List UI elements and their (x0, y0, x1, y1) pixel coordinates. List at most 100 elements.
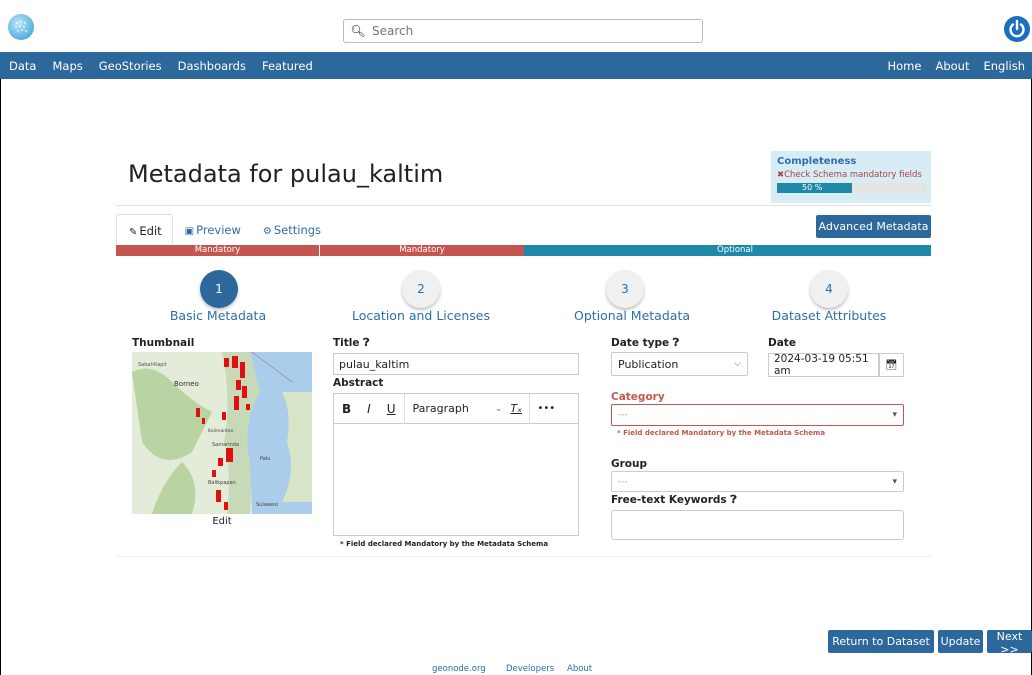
nav-item-geostories[interactable]: GeoStories (91, 59, 170, 73)
map-label: Borneo (174, 380, 199, 388)
date-label: Date (768, 337, 796, 349)
help-icon[interactable]: ❓︎ (730, 494, 736, 506)
date-type-label: Date type ❓︎ (611, 337, 679, 350)
group-select[interactable]: --- ▾ (611, 471, 904, 492)
group-label: Group (611, 458, 648, 470)
category-label: Category (611, 391, 665, 403)
strip-section-mandatory-2: Mandatory (320, 245, 524, 256)
nav-item-maps[interactable]: Maps (44, 59, 90, 73)
update-button[interactable]: Update (938, 630, 983, 653)
step-2-circle[interactable]: 2 (402, 270, 440, 308)
step-3-circle[interactable]: 3 (606, 270, 644, 308)
search-box[interactable]: 🔍︎ (343, 19, 703, 43)
title-label: Title ❓︎ (333, 337, 369, 350)
nav-item-dashboards[interactable]: Dashboards (170, 59, 254, 73)
return-to-dataset-button[interactable]: Return to Dataset (828, 630, 934, 653)
chevron-down-icon: ⌵ (734, 359, 741, 369)
chevron-down-icon: ▾ (892, 410, 897, 420)
thumbnail-label: Thumbnail (132, 337, 195, 349)
block-format-value: Paragraph (412, 402, 469, 415)
pencil-icon: ✎ (129, 227, 138, 238)
tab-settings[interactable]: ⚙ Settings (251, 214, 331, 244)
search-icon: 🔍︎ (350, 24, 366, 38)
completeness-progress-bar: 50 % (777, 183, 927, 193)
completeness-warning-text: Check Schema mandatory fields (784, 170, 922, 180)
language-selector[interactable]: English (976, 59, 1032, 73)
abstract-mandatory-note: * Field declared Mandatory by the Metada… (340, 540, 549, 548)
chevron-down-icon: ▾ (892, 476, 897, 487)
bold-button[interactable]: B (334, 402, 359, 416)
block-format-select[interactable]: Paragraph ⌄ Tₓ (403, 393, 530, 424)
map-label: Palu (260, 456, 270, 462)
editor-toolbar: B I U Paragraph ⌄ Tₓ ••• (334, 393, 578, 424)
tab-preview[interactable]: ▣ Preview (173, 214, 251, 244)
abstract-label: Abstract (333, 377, 384, 389)
page-title: Metadata for pulau_kaltim (128, 160, 444, 188)
step-1-circle[interactable]: 1 (200, 270, 238, 308)
step-3-label[interactable]: Optional Metadata (532, 308, 732, 323)
title-input[interactable]: pulau_kaltim (333, 353, 579, 375)
geonode-logo-icon[interactable] (8, 14, 34, 40)
keywords-label-text: Free-text Keywords (611, 494, 727, 506)
map-label: Sabah (138, 362, 154, 368)
italic-button[interactable]: I (359, 402, 379, 416)
keywords-label: Free-text Keywords ❓︎ (611, 494, 737, 507)
nav-item-about[interactable]: About (928, 59, 976, 73)
title-divider (116, 205, 931, 206)
tab-settings-label: Settings (273, 223, 322, 237)
step-4-label[interactable]: Dataset Attributes (729, 308, 929, 323)
footer-link-geonode[interactable]: geonode.org (432, 664, 486, 674)
wizard-progress-strip: Mandatory Mandatory Optional (116, 245, 931, 256)
chevron-down-icon: ⌄ (494, 403, 503, 414)
footer-link-developers[interactable]: Developers (506, 664, 554, 674)
strip-section-mandatory-1: Mandatory (116, 245, 320, 256)
completeness-percent-label: 50 % (802, 183, 823, 192)
step-2-label[interactable]: Location and Licenses (321, 308, 521, 323)
top-bar: 🔍︎ (0, 0, 1032, 52)
keywords-input[interactable] (611, 510, 904, 540)
map-label: Kalimantan (208, 428, 234, 434)
category-value: --- (618, 410, 628, 420)
main-navbar: Data Maps GeoStories Dashboards Featured… (0, 52, 1032, 79)
help-icon[interactable]: ❓︎ (673, 337, 679, 349)
underline-button[interactable]: U (379, 402, 404, 416)
nav-item-featured[interactable]: Featured (254, 59, 321, 73)
power-icon[interactable] (1004, 16, 1030, 42)
thumbnail-map-image[interactable]: Sabah Kapit Borneo Kalimantan Samarinda … (132, 352, 312, 514)
tab-preview-label: Preview (196, 223, 241, 237)
search-input[interactable] (372, 21, 702, 41)
nav-item-data[interactable]: Data (0, 59, 44, 73)
date-input[interactable]: 2024-03-19 05:51 am (768, 353, 879, 377)
next-button[interactable]: Next >> (987, 630, 1032, 656)
camera-icon: ▣ (184, 226, 195, 237)
category-select[interactable]: --- ▾ (611, 404, 904, 426)
map-label: Sulawesi (256, 502, 278, 508)
footer-link-about[interactable]: About (567, 664, 592, 674)
date-type-select[interactable]: Publication ⌵ (611, 352, 748, 376)
clear-format-icon[interactable]: Tₓ (510, 402, 522, 415)
map-label: Samarinda (212, 442, 239, 448)
date-type-label-text: Date type (611, 337, 670, 349)
map-label: Kapit (154, 362, 167, 368)
completeness-warning[interactable]: ✖Check Schema mandatory fields (777, 170, 925, 180)
advanced-metadata-button[interactable]: Advanced Metadata (816, 215, 931, 238)
completeness-title: Completeness (777, 156, 857, 167)
group-value: --- (618, 476, 628, 487)
help-icon[interactable]: ❓︎ (363, 337, 369, 349)
date-type-value: Publication (618, 357, 679, 371)
category-mandatory-note: * Field declared Mandatory by the Metada… (617, 429, 826, 437)
metadata-tabs: ✎ Edit ▣ Preview ⚙ Settings (116, 214, 331, 244)
map-label: Balikpapan (208, 480, 236, 486)
thumbnail-edit-link[interactable]: Edit (132, 516, 312, 527)
gear-icon: ⚙ (262, 226, 272, 237)
strip-section-optional: Optional (524, 245, 931, 256)
nav-item-home[interactable]: Home (880, 59, 928, 73)
step-4-circle[interactable]: 4 (810, 270, 848, 308)
title-label-text: Title (333, 337, 360, 349)
abstract-editor[interactable]: B I U Paragraph ⌄ Tₓ ••• (333, 393, 579, 536)
calendar-icon[interactable]: 📅︎ (879, 353, 904, 377)
completeness-panel: Completeness ✖Check Schema mandatory fie… (771, 151, 931, 203)
more-options-button[interactable]: ••• (530, 403, 564, 414)
step-1-label[interactable]: Basic Metadata (118, 308, 318, 323)
tab-edit[interactable]: ✎ Edit (116, 214, 173, 244)
